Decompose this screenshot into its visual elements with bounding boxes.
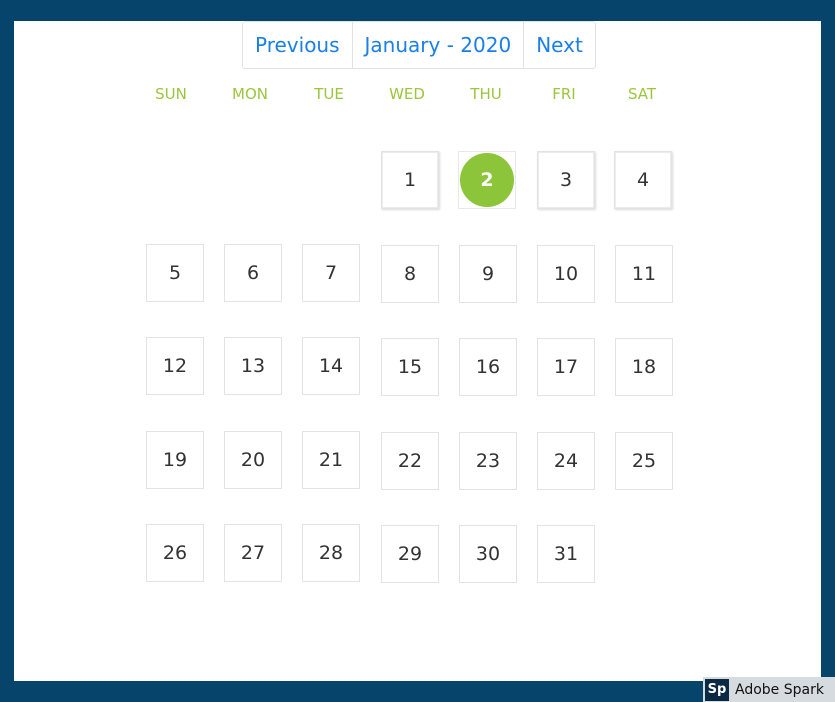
- weekday-fri: FRI: [552, 85, 576, 103]
- day-cell[interactable]: 21: [302, 431, 360, 489]
- day-cell[interactable]: 22: [381, 432, 439, 490]
- weekday-tue: TUE: [314, 85, 344, 103]
- day-cell[interactable]: 24: [537, 432, 595, 490]
- weekday-thu: THU: [470, 85, 502, 103]
- month-navigation: Previous January - 2020 Next: [242, 21, 596, 69]
- day-cell[interactable]: 17: [537, 338, 595, 396]
- weekday-sat: SAT: [627, 85, 657, 103]
- day-cell[interactable]: 3: [537, 151, 595, 209]
- day-cell[interactable]: 31: [537, 525, 595, 583]
- weekday-sun: SUN: [155, 85, 187, 103]
- weekday-mon: MON: [232, 85, 268, 103]
- day-cell[interactable]: 5: [146, 244, 204, 302]
- day-cell[interactable]: 12: [146, 337, 204, 395]
- day-cell[interactable]: 30: [459, 525, 517, 583]
- day-cell[interactable]: 8: [381, 245, 439, 303]
- next-button[interactable]: Next: [524, 22, 595, 68]
- day-cell[interactable]: 26: [146, 524, 204, 582]
- day-cell[interactable]: 16: [459, 338, 517, 396]
- day-cell[interactable]: 7: [302, 244, 360, 302]
- day-cell[interactable]: 25: [615, 432, 673, 490]
- adobe-spark-watermark: Sp Adobe Spark: [703, 677, 835, 702]
- day-cell[interactable]: 20: [224, 431, 282, 489]
- day-cell[interactable]: 15: [381, 338, 439, 396]
- previous-button[interactable]: Previous: [243, 22, 353, 68]
- day-cell[interactable]: 19: [146, 431, 204, 489]
- selected-day-marker: 2: [460, 153, 514, 207]
- spark-logo-icon: Sp: [705, 678, 729, 701]
- month-year-label[interactable]: January - 2020: [353, 22, 525, 68]
- day-cell[interactable]: 10: [537, 245, 595, 303]
- day-cell[interactable]: 13: [224, 337, 282, 395]
- day-cell-selected[interactable]: 2: [458, 151, 516, 209]
- day-cell[interactable]: 18: [615, 338, 673, 396]
- day-cell[interactable]: 27: [224, 524, 282, 582]
- day-cell[interactable]: 28: [302, 524, 360, 582]
- day-cell[interactable]: 4: [614, 151, 672, 209]
- day-cell[interactable]: 14: [302, 337, 360, 395]
- day-cell[interactable]: 23: [459, 432, 517, 490]
- day-cell[interactable]: 29: [381, 525, 439, 583]
- weekday-wed: WED: [389, 85, 425, 103]
- day-cell[interactable]: 1: [381, 151, 439, 209]
- day-cell[interactable]: 11: [615, 245, 673, 303]
- day-cell[interactable]: 9: [459, 245, 517, 303]
- watermark-text: Adobe Spark: [735, 681, 824, 698]
- day-cell[interactable]: 6: [224, 244, 282, 302]
